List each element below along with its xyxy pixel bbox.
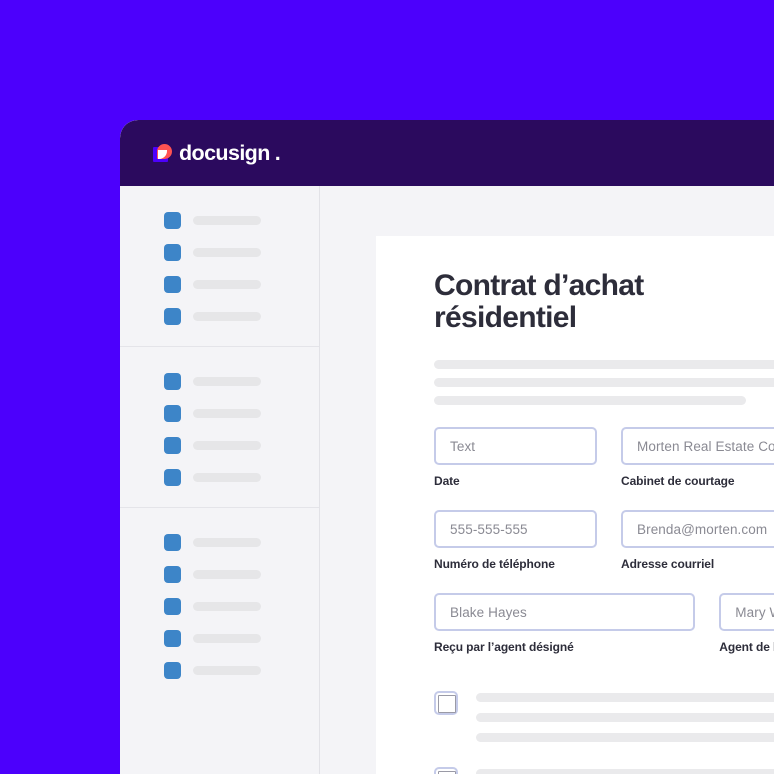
sidebar-item[interactable] xyxy=(120,654,319,686)
sidebar-item[interactable] xyxy=(120,590,319,622)
consent-checkbox-block xyxy=(434,690,774,774)
date-field-label: Date xyxy=(434,474,460,489)
sidebar-item-label-placeholder xyxy=(193,279,261,289)
sidebar-item[interactable] xyxy=(120,622,319,654)
sidebar-item-label-placeholder xyxy=(193,247,261,257)
sidebar-group-2 xyxy=(120,347,319,508)
paragraph-line xyxy=(476,733,774,743)
phone-field[interactable]: 555-555-555 xyxy=(434,510,597,549)
listing-agent-field-placeholder: Mary Williams xyxy=(735,604,774,620)
brokerage-field-label: Cabinet de courtage xyxy=(621,474,735,489)
sidebar-item-label-placeholder xyxy=(193,408,261,418)
form-row-2: 555-555-555 Numéro de téléphone Brenda@m… xyxy=(434,510,774,571)
consent-text-placeholder xyxy=(476,690,774,753)
sidebar-item[interactable] xyxy=(120,526,319,558)
phone-field-label: Numéro de téléphone xyxy=(434,557,555,572)
recipient-chip-icon xyxy=(164,533,181,551)
sidebar-item[interactable] xyxy=(120,204,319,236)
listing-agent-field[interactable]: Mary Williams xyxy=(719,593,774,632)
sidebar-item-label-placeholder xyxy=(193,376,261,386)
intro-paragraph-placeholder xyxy=(434,360,774,406)
sidebar-item[interactable] xyxy=(120,300,319,332)
date-field[interactable]: Text xyxy=(434,427,597,466)
received-by-agent-field-label: Reçu par l’agent désigné xyxy=(434,640,574,655)
recipient-chip-icon xyxy=(164,275,181,293)
brand-wordmark: docusign xyxy=(179,141,270,165)
paragraph-line xyxy=(434,360,774,370)
recipients-sidebar xyxy=(120,186,320,774)
recipient-chip-icon xyxy=(164,243,181,261)
email-field[interactable]: Brenda@morten.com xyxy=(621,510,774,549)
paragraph-line xyxy=(476,713,774,723)
sidebar-item-label-placeholder xyxy=(193,440,261,450)
paragraph-line xyxy=(476,693,774,703)
sidebar-item[interactable] xyxy=(120,397,319,429)
sidebar-item-label-placeholder xyxy=(193,472,261,482)
received-by-agent-field[interactable]: Blake Hayes xyxy=(434,593,696,632)
recipient-chip-icon xyxy=(164,468,181,486)
brokerage-field[interactable]: Morten Real Estate Company xyxy=(621,427,774,466)
sidebar-item[interactable] xyxy=(120,236,319,268)
sidebar-item[interactable] xyxy=(120,268,319,300)
docusign-brand[interactable]: docusign . xyxy=(153,141,281,165)
recipient-chip-icon xyxy=(164,211,181,229)
sidebar-item[interactable] xyxy=(120,365,319,397)
recipient-chip-icon xyxy=(164,629,181,647)
email-field-label: Adresse courriel xyxy=(621,557,715,572)
email-field-wrapper: Brenda@morten.com Adresse courriel xyxy=(621,510,774,571)
sidebar-item[interactable] xyxy=(120,429,319,461)
docusign-app-window: docusign . Contrat d’achat résidentiel T… xyxy=(120,120,774,774)
checkbox-unchecked-icon[interactable] xyxy=(434,767,458,774)
recipient-chip-icon xyxy=(164,597,181,615)
paragraph-line xyxy=(434,378,774,388)
date-field-wrapper: Text Date xyxy=(434,427,597,488)
sidebar-item-label-placeholder xyxy=(193,569,261,579)
recipient-chip-icon xyxy=(164,307,181,325)
screenshot-canvas: docusign . Contrat d’achat résidentiel T… xyxy=(0,0,774,774)
document-viewer-pane[interactable]: Contrat d’achat résidentiel Text Date Mo… xyxy=(320,186,774,774)
page-title: Contrat d’achat résidentiel xyxy=(434,269,644,335)
brokerage-field-placeholder: Morten Real Estate Company xyxy=(637,438,774,454)
docusign-logo-icon xyxy=(153,144,172,163)
sidebar-item-label-placeholder xyxy=(193,537,261,547)
sidebar-item-label-placeholder xyxy=(193,665,261,675)
app-body: Contrat d’achat résidentiel Text Date Mo… xyxy=(120,186,774,774)
paragraph-line xyxy=(476,769,774,774)
date-field-placeholder: Text xyxy=(450,438,476,454)
sidebar-item-label-placeholder xyxy=(193,633,261,643)
received-by-agent-field-placeholder: Blake Hayes xyxy=(450,604,527,620)
email-field-placeholder: Brenda@morten.com xyxy=(637,521,768,537)
form-row-3: Blake Hayes Reçu par l’agent désigné Mar… xyxy=(434,593,774,654)
sidebar-item-label-placeholder xyxy=(193,215,261,225)
received-by-agent-field-wrapper: Blake Hayes Reçu par l’agent désigné xyxy=(434,593,696,655)
consent-checkbox-row[interactable] xyxy=(434,766,774,774)
phone-field-placeholder: 555-555-555 xyxy=(450,521,528,537)
checkbox-unchecked-icon[interactable] xyxy=(434,691,458,716)
recipient-chip-icon xyxy=(164,661,181,679)
phone-field-wrapper: 555-555-555 Numéro de téléphone xyxy=(434,510,597,571)
document-page: Contrat d’achat résidentiel Text Date Mo… xyxy=(376,236,774,774)
consent-text-placeholder xyxy=(476,766,774,774)
listing-agent-field-label: Agent de l’inscription xyxy=(719,640,774,655)
sidebar-group-1 xyxy=(120,186,319,347)
recipient-chip-icon xyxy=(164,372,181,390)
recipient-chip-icon xyxy=(164,565,181,583)
listing-agent-field-wrapper: Mary Williams Agent de l’inscription xyxy=(719,593,774,654)
recipient-chip-icon xyxy=(164,436,181,454)
sidebar-item[interactable] xyxy=(120,558,319,590)
sidebar-item-label-placeholder xyxy=(193,311,261,321)
form-row-1: Text Date Morten Real Estate Company Cab… xyxy=(434,427,774,488)
sidebar-item[interactable] xyxy=(120,461,319,493)
brand-trademark-dot: . xyxy=(274,141,281,165)
recipient-chip-icon xyxy=(164,404,181,422)
paragraph-line xyxy=(434,396,746,406)
consent-checkbox-row[interactable] xyxy=(434,690,774,753)
sidebar-item-label-placeholder xyxy=(193,601,261,611)
sidebar-group-3 xyxy=(120,508,319,700)
app-header-bar: docusign . xyxy=(120,120,774,186)
brokerage-field-wrapper: Morten Real Estate Company Cabinet de co… xyxy=(621,427,774,488)
